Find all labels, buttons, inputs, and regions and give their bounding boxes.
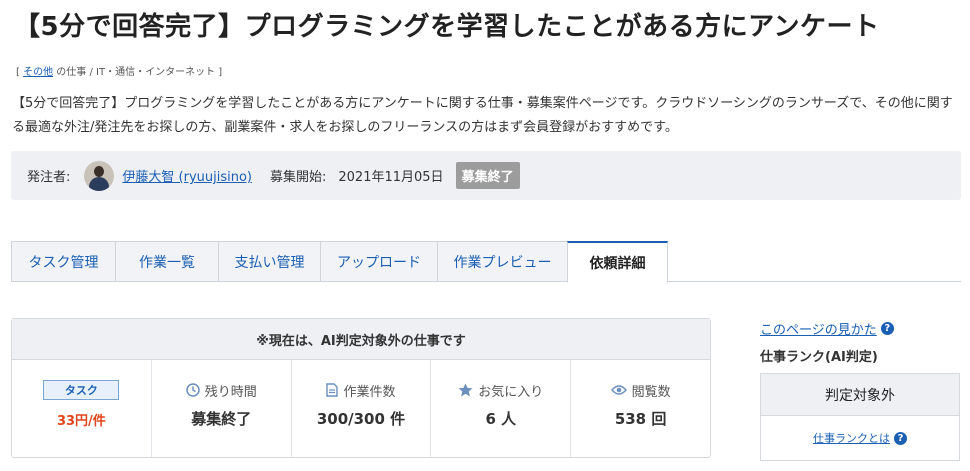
tab-work-preview[interactable]: 作業プレビュー: [437, 241, 567, 282]
task-price: 33円/件: [56, 414, 106, 429]
breadcrumb: [ その他 の仕事 / IT・通信・インターネット ]: [16, 63, 222, 78]
views-label: 閲覧数: [631, 384, 671, 400]
views-value: 538 回: [614, 410, 667, 428]
job-description: 【5分で回答完了】プログラミングを学習したことがある方にアンケートに関する仕事・…: [12, 96, 953, 135]
count-value: 300/300 件: [316, 410, 406, 428]
breadcrumb-rest: の仕事 / IT・通信・インターネット: [56, 67, 216, 78]
rank-about-label: 仕事ランクとは: [813, 432, 890, 445]
favorite-label: お気に入り: [478, 384, 544, 400]
page-title: 【5分で回答完了】プログラミングを学習したことがある方にアンケート: [14, 12, 880, 42]
page-guide-label: このページの見かた: [760, 322, 877, 338]
document-icon: [326, 383, 339, 397]
remaining-value: 募集終了: [191, 410, 252, 428]
tab-job-details[interactable]: 依頼詳細: [567, 241, 668, 283]
status-badge: 募集終了: [455, 162, 520, 189]
star-icon: [458, 383, 473, 397]
breadcrumb-category-link[interactable]: その他: [23, 67, 53, 78]
tab-upload[interactable]: アップロード: [320, 241, 437, 282]
count-label: 作業件数: [343, 384, 396, 400]
favorite-value: 6 人: [485, 410, 517, 428]
breadcrumb-close: ]: [218, 67, 223, 78]
rank-about-link[interactable]: 仕事ランクとは ?: [761, 416, 959, 460]
breadcrumb-open: [: [16, 67, 20, 78]
stat-favorite: お気に入り 6 人: [431, 360, 572, 457]
eye-icon: [610, 385, 627, 395]
tab-task-management[interactable]: タスク管理: [11, 241, 115, 282]
sidebar: このページの見かた ? 仕事ランク(AI判定) 判定対象外 仕事ランクとは ?: [760, 318, 962, 461]
ai-notice: ※現在は、AI判定対象外の仕事です: [12, 319, 710, 360]
tab-payment-management[interactable]: 支払い管理: [218, 241, 320, 282]
tab-work-list[interactable]: 作業一覧: [115, 241, 218, 282]
question-circle-icon: ?: [894, 431, 907, 445]
start-date: 2021年11月05日: [338, 170, 444, 185]
rank-box: 判定対象外 仕事ランクとは ?: [760, 373, 960, 461]
client-name-link[interactable]: 伊藤大智 (ryuujisino): [122, 166, 252, 185]
stats-panel: ※現在は、AI判定対象外の仕事です タスク 33円/件 残り時間 募集終了 作業…: [11, 318, 711, 458]
rank-value: 判定対象外: [761, 374, 959, 416]
page-guide-link[interactable]: このページの見かた ?: [760, 318, 962, 338]
avatar[interactable]: [84, 160, 115, 191]
remaining-label: 残り時間: [204, 384, 257, 400]
stat-count: 作業件数 300/300 件: [292, 360, 432, 457]
clock-icon: [185, 383, 200, 397]
stat-views: 閲覧数 538 回: [571, 360, 710, 457]
rank-title: 仕事ランク(AI判定): [760, 350, 878, 365]
client-label: 発注者:: [27, 170, 71, 185]
client-info-bar: 発注者: 伊藤大智 (ryuujisino) 募集開始: 2021年11月05日…: [11, 151, 961, 200]
job-tabs: タスク管理 作業一覧 支払い管理 アップロード 作業プレビュー 依頼詳細: [11, 241, 961, 283]
question-circle-icon: ?: [880, 321, 894, 335]
stat-remaining: 残り時間 募集終了: [152, 360, 292, 457]
stat-task: タスク 33円/件: [12, 360, 152, 457]
task-type-tag: タスク: [43, 380, 120, 400]
start-label: 募集開始:: [270, 170, 327, 185]
